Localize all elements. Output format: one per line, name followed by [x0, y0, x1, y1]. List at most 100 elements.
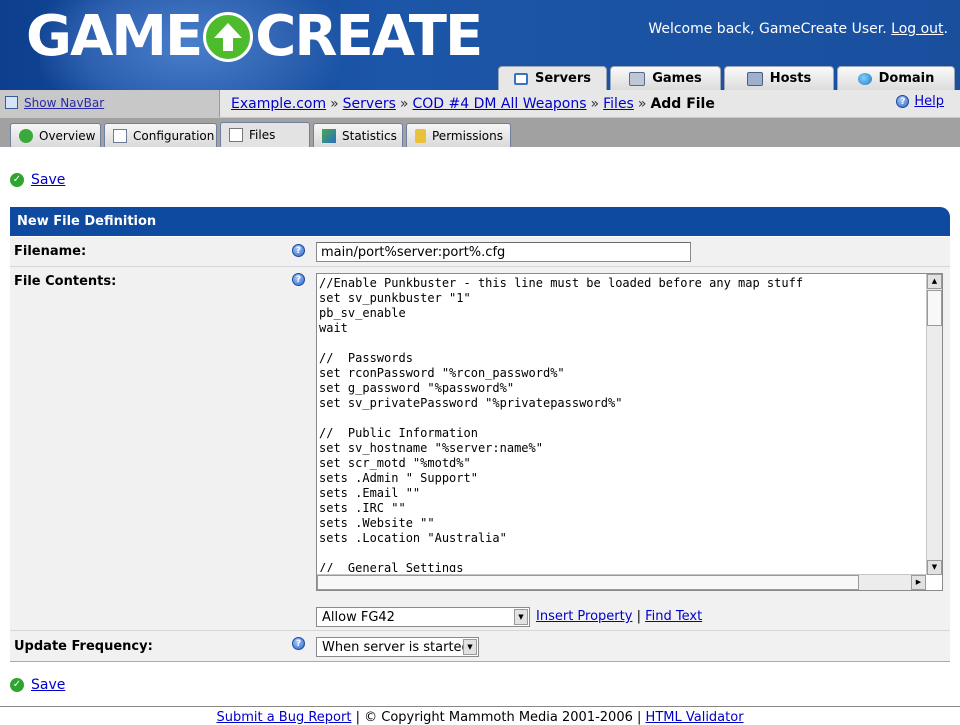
- tab-permissions-label: Permissions: [432, 128, 503, 143]
- file-contents-text: //Enable Punkbuster - this line must be …: [319, 276, 925, 572]
- tab-overview-label: Overview: [39, 128, 96, 143]
- navbar-toggle: Show NavBar: [0, 90, 220, 117]
- help-icon[interactable]: ?: [292, 244, 305, 257]
- save-button[interactable]: Save: [31, 677, 65, 693]
- scroll-thumb[interactable]: [317, 575, 859, 590]
- file-contents-line: set sv_punkbuster "1": [319, 291, 471, 305]
- tab-hosts-label: Hosts: [769, 71, 812, 86]
- file-contents-line: [319, 336, 925, 351]
- update-frequency-value: When server is started: [322, 640, 470, 655]
- file-contents-line: set scr_motd "%motd%": [319, 456, 471, 470]
- file-contents-line: // Passwords: [319, 351, 413, 365]
- file-contents-line: [319, 546, 925, 561]
- file-contents-line: sets .IRC "": [319, 501, 406, 515]
- breadcrumb-separator: »: [637, 96, 647, 112]
- tab-servers-label: Servers: [534, 71, 592, 86]
- tab-files[interactable]: Files: [220, 122, 310, 147]
- footer: Submit a Bug Report | © Copyright Mammot…: [0, 706, 960, 725]
- breadcrumb-separator: »: [330, 96, 339, 112]
- filename-input[interactable]: [316, 242, 691, 262]
- gamecreate-logo[interactable]: GAME CREATE: [26, 4, 483, 70]
- tab-overview[interactable]: Overview: [10, 123, 101, 147]
- link-separator: |: [636, 609, 641, 624]
- file-contents-line: set g_password "%password%": [319, 381, 515, 395]
- logo-text-create: CREATE: [255, 4, 483, 69]
- site-header: GAME CREATE Welcome back, GameCreate Use…: [0, 0, 960, 90]
- chevron-down-icon[interactable]: ▼: [514, 609, 528, 625]
- joystick-icon: [629, 71, 646, 86]
- tab-configuration[interactable]: Configuration: [104, 123, 217, 147]
- checkmark-icon: ✓: [10, 678, 24, 692]
- help-icon[interactable]: ?: [292, 637, 305, 650]
- file-contents-line: // Public Information: [319, 426, 478, 440]
- scroll-right-button[interactable]: ▶: [911, 575, 926, 590]
- breadcrumb-files[interactable]: Files: [603, 96, 634, 112]
- file-contents-line: // General Settings: [319, 561, 464, 572]
- chevron-down-icon[interactable]: ▼: [463, 639, 477, 655]
- file-contents-line: set sv_hostname "%server:name%": [319, 441, 543, 455]
- property-select-value: Allow FG42: [322, 610, 395, 625]
- up-arrow-icon: [19, 128, 33, 143]
- save-action-bottom[interactable]: ✓ Save: [10, 677, 65, 693]
- find-text-link[interactable]: Find Text: [645, 609, 702, 624]
- file-contents-textarea[interactable]: //Enable Punkbuster - this line must be …: [316, 273, 943, 591]
- breadcrumb-separator: »: [399, 96, 409, 112]
- bug-report-link[interactable]: Submit a Bug Report: [216, 710, 351, 725]
- tab-hosts[interactable]: Hosts: [724, 66, 834, 90]
- save-action-top[interactable]: ✓ Save: [10, 172, 65, 188]
- property-select[interactable]: Allow FG42 ▼: [316, 607, 530, 627]
- vertical-scrollbar[interactable]: ▲ ▼: [926, 274, 942, 575]
- filename-label: Filename:: [14, 244, 87, 259]
- help-link-group[interactable]: ? Help: [896, 94, 944, 109]
- breadcrumb: Example.com» Servers» COD #4 DM All Weapon…: [231, 96, 715, 112]
- update-frequency-select[interactable]: When server is started ▼: [316, 637, 479, 657]
- scroll-thumb[interactable]: [927, 290, 942, 326]
- file-contents-line: sets .Location "Australia": [319, 531, 507, 545]
- tab-domain-label: Domain: [878, 71, 935, 86]
- tab-statistics[interactable]: Statistics: [313, 123, 403, 147]
- update-frequency-row: Update Frequency: ?: [10, 631, 950, 662]
- tab-servers[interactable]: Servers: [498, 66, 607, 90]
- tab-games-label: Games: [652, 71, 702, 86]
- file-contents-line: sets .Admin " Support": [319, 471, 478, 485]
- logo-text-game: GAME: [26, 4, 203, 69]
- breadcrumb-servers[interactable]: Servers: [343, 96, 396, 112]
- breadcrumb-server-name[interactable]: COD #4 DM All Weapons: [412, 96, 586, 112]
- horizontal-scrollbar[interactable]: ▶: [317, 574, 926, 590]
- navbar-icon: [5, 96, 18, 109]
- sub-tab-bar: Overview Configuration Files Statistics …: [0, 118, 960, 147]
- tab-statistics-label: Statistics: [342, 128, 397, 143]
- scroll-up-button[interactable]: ▲: [927, 274, 942, 289]
- footer-separator: |: [355, 710, 360, 725]
- file-contents-line: //Enable Punkbuster - this line must be …: [319, 276, 804, 290]
- breadcrumb-separator: »: [590, 96, 600, 112]
- logout-suffix: .: [943, 21, 948, 37]
- welcome-text: Welcome back, GameCreate User.: [648, 21, 887, 37]
- html-validator-link[interactable]: HTML Validator: [646, 710, 744, 725]
- tab-domain[interactable]: Domain: [837, 66, 955, 90]
- insert-property-link[interactable]: Insert Property: [536, 609, 632, 624]
- hosts-icon: [746, 71, 763, 86]
- file-contents-line: sets .Website "": [319, 516, 435, 530]
- tab-games[interactable]: Games: [610, 66, 721, 90]
- show-navbar-link[interactable]: Show NavBar: [24, 96, 104, 110]
- logout-link[interactable]: Log out: [891, 21, 943, 37]
- footer-separator: |: [637, 710, 642, 725]
- file-contents-line: wait: [319, 321, 348, 335]
- servers-icon: [513, 72, 528, 85]
- help-icon[interactable]: ?: [292, 273, 305, 286]
- tab-configuration-label: Configuration: [133, 128, 215, 143]
- form-title: New File Definition: [10, 207, 950, 236]
- chart-icon: [322, 128, 336, 143]
- save-button[interactable]: Save: [31, 172, 65, 188]
- logo-arrow-icon: [203, 12, 254, 62]
- file-contents-line: set sv_privatePassword "%privatepassword…: [319, 396, 623, 410]
- help-link[interactable]: Help: [914, 94, 944, 109]
- tab-permissions[interactable]: Permissions: [406, 123, 511, 147]
- file-contents-label: File Contents:: [14, 274, 117, 289]
- file-contents-line: set rconPassword "%rcon_password%": [319, 366, 565, 380]
- checkmark-icon: ✓: [10, 173, 24, 187]
- scroll-down-button[interactable]: ▼: [927, 560, 942, 575]
- copyright-text: © Copyright Mammoth Media 2001-2006: [364, 710, 633, 725]
- breadcrumb-example-com[interactable]: Example.com: [231, 96, 326, 112]
